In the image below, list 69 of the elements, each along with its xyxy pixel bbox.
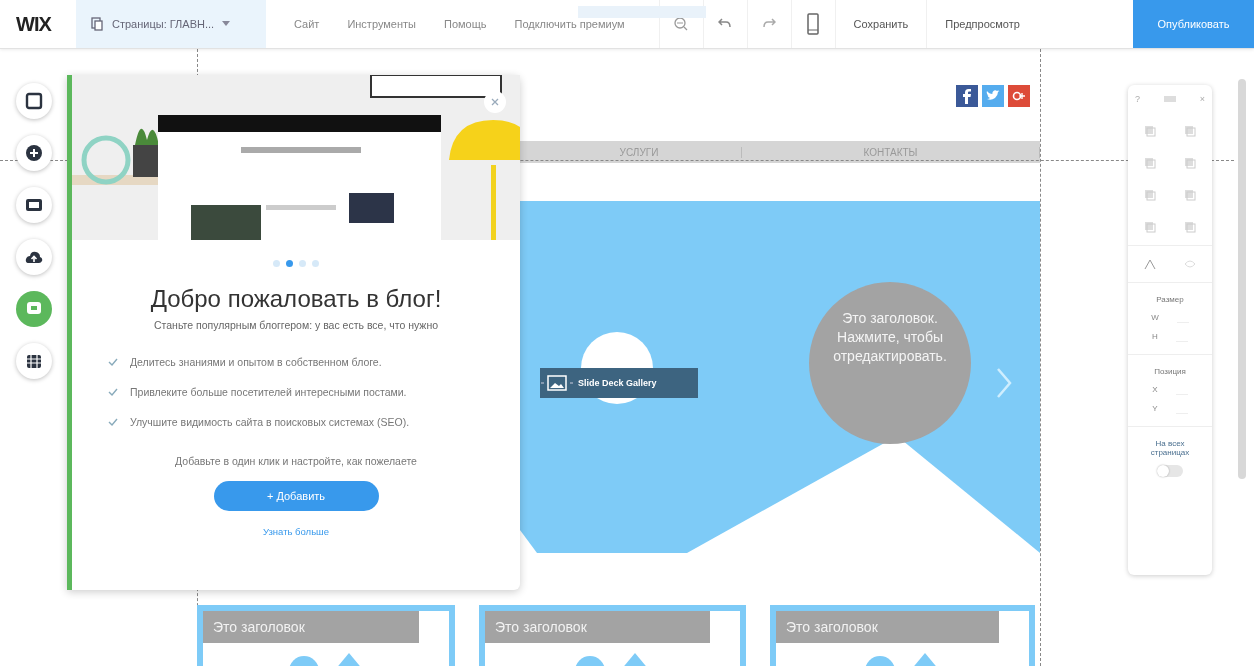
site-menu-item[interactable]: КОНТАКТЫ [742, 146, 1040, 158]
position-label: Позиция [1154, 367, 1186, 376]
scrollbar[interactable] [1238, 79, 1246, 479]
menu-item[interactable]: Сайт [280, 18, 334, 30]
size-label: Размер [1156, 295, 1184, 304]
upload-tool-button[interactable] [16, 239, 52, 275]
slide-heading[interactable]: Это заголовок. Нажмите, чтобы отредактировать. [817, 309, 963, 366]
blog-tool-button[interactable] [16, 291, 52, 327]
panel-note: Добавьте в один клик и настройте, как пожелаете [175, 455, 417, 467]
feature-text: Привлеките больше посетителей интересными постами. [130, 386, 407, 398]
help-button[interactable]: ? [1135, 94, 1140, 104]
carousel-dot[interactable] [299, 260, 306, 267]
panel-subtitle: Станьте популярным блоггером: у вас есть все, что нужно [153, 319, 439, 331]
anchor-icon[interactable] [1144, 258, 1156, 270]
feature-text: Делитесь знаниями и опытом в собственном блоге. [130, 356, 382, 368]
facebook-icon[interactable] [956, 85, 978, 107]
card-heading[interactable]: Это заголовок [485, 611, 710, 643]
publish-button[interactable]: Опубликовать [1133, 0, 1254, 48]
toolbar-icon[interactable] [1184, 221, 1196, 233]
page-tool-button[interactable] [16, 83, 52, 119]
panel-title: Добро пожаловать в блог! [150, 285, 442, 313]
collapse-tab[interactable] [578, 6, 706, 18]
hide-icon[interactable] [1184, 258, 1196, 270]
add-tool-button[interactable] [16, 135, 52, 171]
drag-handle-icon[interactable] [1162, 95, 1177, 103]
learn-more-link[interactable]: Узнать больше [256, 525, 335, 538]
preview-button[interactable]: Предпросмотр [926, 0, 1038, 48]
menu-item[interactable]: Подключить премиум [500, 18, 639, 30]
gallery-tag[interactable]: Slide Deck Gallery [540, 368, 698, 398]
carousel-dot[interactable] [312, 260, 319, 267]
menu-item[interactable]: Помощь [429, 18, 501, 30]
pages-icon [90, 17, 104, 31]
menu-item[interactable]: Инструменты [333, 18, 430, 30]
toolbar-icon[interactable] [1184, 189, 1196, 201]
toolbar-icon[interactable] [1144, 125, 1156, 137]
background-tool-button[interactable] [16, 187, 52, 223]
pages-dropdown[interactable]: Страницы: ГЛАВН... [76, 0, 266, 48]
carousel-dot[interactable] [273, 260, 280, 267]
image-icon [540, 374, 574, 392]
toolbar-icon[interactable] [1144, 157, 1156, 169]
toolbar-icon[interactable] [1144, 189, 1156, 201]
background-icon [25, 196, 43, 214]
page-icon [25, 92, 43, 110]
apps-tool-button[interactable] [16, 343, 52, 379]
all-pages-label: На всех страницах [1149, 439, 1191, 457]
check-icon [108, 388, 118, 396]
google-plus-icon[interactable] [1008, 85, 1030, 107]
add-button[interactable]: + Добавить [213, 481, 379, 511]
check-icon [108, 418, 118, 426]
feature-text: Улучшите видимость сайта в поисковых системах (SEO). [130, 416, 410, 428]
field-label: X [1152, 385, 1158, 394]
toolbar-icon[interactable] [1184, 125, 1196, 137]
card-heading[interactable]: Это заголовок [776, 611, 999, 643]
check-icon [108, 358, 118, 366]
field-label: H [1152, 332, 1158, 341]
caret-icon [222, 21, 231, 27]
toolbar-icon[interactable] [1144, 221, 1156, 233]
site-menu-item[interactable]: УСЛУГИ [537, 146, 742, 158]
card-heading[interactable]: Это заголовок [203, 611, 419, 643]
apps-icon [25, 352, 43, 370]
field-label: Y [1152, 404, 1158, 413]
close-button[interactable]: × [1199, 94, 1205, 104]
carousel-dot[interactable] [286, 260, 293, 267]
toolbar-icon[interactable] [1184, 157, 1196, 169]
add-icon [25, 144, 43, 162]
logo[interactable]: WIX [0, 12, 76, 36]
toggle-switch[interactable] [1157, 465, 1183, 477]
save-button[interactable]: Сохранить [834, 0, 927, 48]
field-label: W [1151, 313, 1159, 322]
